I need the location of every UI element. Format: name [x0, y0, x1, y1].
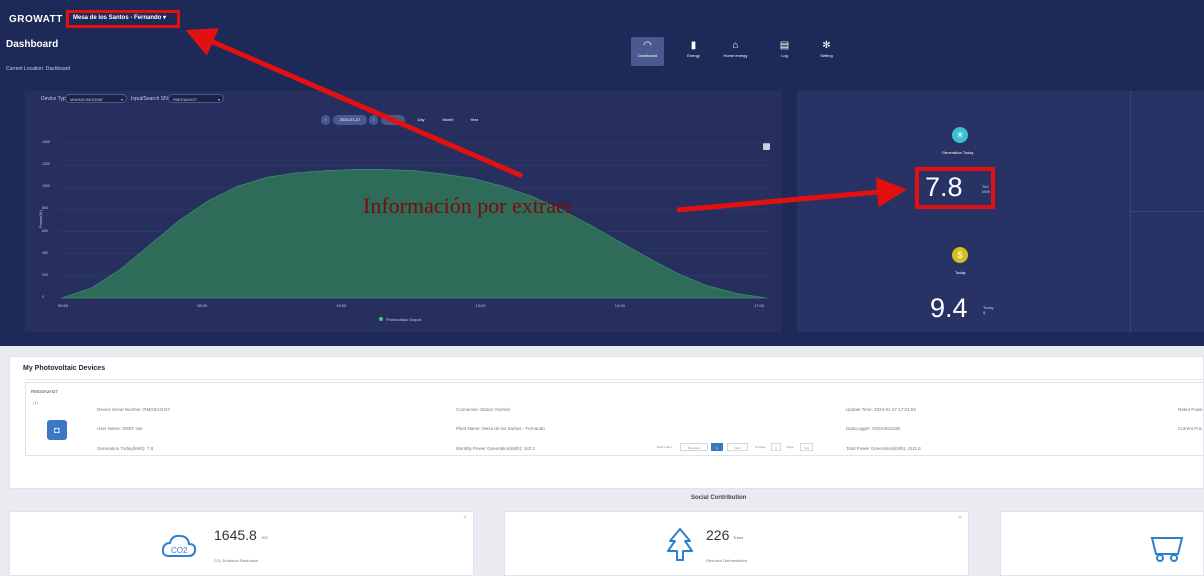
current-power-field: Current Pov: [1178, 426, 1203, 431]
x-tick-label: 10:00: [336, 303, 347, 308]
y-tick-label: 400: [42, 250, 48, 255]
gen-today-field: Generation Today(kWh): 7.8: [97, 446, 154, 451]
tree-icon: [667, 528, 693, 561]
co2-cloud-icon: CO2: [161, 534, 197, 557]
plant-name-field: Plant Name: Mesa de los Santos - Fernand…: [456, 426, 545, 431]
annotation-text: Información por extraer: [363, 193, 574, 218]
trees-unit: Trees: [733, 535, 744, 540]
close-icon[interactable]: ✕: [463, 515, 467, 521]
x-tick-label: 05:55: [58, 303, 69, 308]
y-tick-label: 800: [42, 206, 48, 211]
rated-power-field: Rated Powe: [1178, 407, 1203, 412]
svg-text:CO2: CO2: [171, 546, 188, 555]
social-card-trees: [504, 511, 969, 576]
inverter-icon[interactable]: ◘: [47, 420, 67, 440]
close-icon[interactable]: ✕: [958, 515, 962, 521]
pager-yes-button[interactable]: Yes: [800, 443, 813, 451]
x-tick-label: 08:00: [197, 303, 208, 308]
x-tick-label: 17:00: [754, 303, 765, 308]
arrow-to-plant: [185, 28, 523, 179]
y-tick-label: 1200: [42, 162, 50, 167]
pager-input[interactable]: 1: [771, 443, 781, 451]
trees-label: Reduced Deforestation: [706, 558, 747, 563]
user-name-field: User Name: SNEF sas: [97, 426, 143, 431]
total-gen-field: Total Power Generation(kWh): 4111.8: [846, 446, 921, 451]
x-tick-label: 12:00: [475, 303, 486, 308]
device-sn-field: Device Serial Number: RMG0A2H27: [97, 407, 171, 412]
y-tick-label: 1400: [42, 140, 50, 144]
connection-status-field: Connection Status: Normal: [456, 407, 510, 412]
y-tick-label: 600: [42, 228, 48, 233]
co2-label: CO₂ Emission Reduction: [214, 558, 259, 563]
social-title: Social Contribution: [691, 495, 747, 501]
datalogger-field: DataLogger: XGDAB1103K: [846, 426, 901, 431]
annotation-arrows: [185, 28, 907, 213]
pager-total: Total 1 Item: [656, 445, 672, 449]
device-serial-title[interactable]: RMG0A2H27: [31, 389, 58, 394]
device-count: (1): [33, 400, 38, 405]
pager-page-label: Page: [786, 445, 794, 449]
pager-next[interactable]: Next: [727, 443, 748, 451]
co2-value: 1645.8: [214, 527, 257, 543]
coal-cart-icon: [1150, 537, 1184, 562]
y-tick-label: 0: [42, 295, 44, 299]
device-item: [25, 382, 1204, 456]
divider: [25, 379, 1204, 380]
x-tick-label: 14:00: [614, 303, 625, 308]
y-tick-label: 200: [42, 272, 48, 277]
pager-page-1[interactable]: 1: [711, 443, 723, 451]
arrow-to-value: [676, 177, 907, 213]
monthly-gen-field: Monthly Power Generation(kWh): 182.2: [456, 446, 536, 451]
pager-previous[interactable]: Previous: [680, 443, 708, 451]
social-card-co2: [9, 511, 474, 576]
update-time-field: Update Time: 2024-01-27 17:01:03: [846, 407, 916, 412]
co2-unit: KG: [262, 535, 268, 540]
y-tick-label: 1000: [42, 184, 50, 189]
trees-value: 226: [706, 527, 730, 543]
pager-goto-label: To Page: [754, 445, 766, 449]
devices-title: My Photovoltaic Devices: [23, 365, 106, 372]
